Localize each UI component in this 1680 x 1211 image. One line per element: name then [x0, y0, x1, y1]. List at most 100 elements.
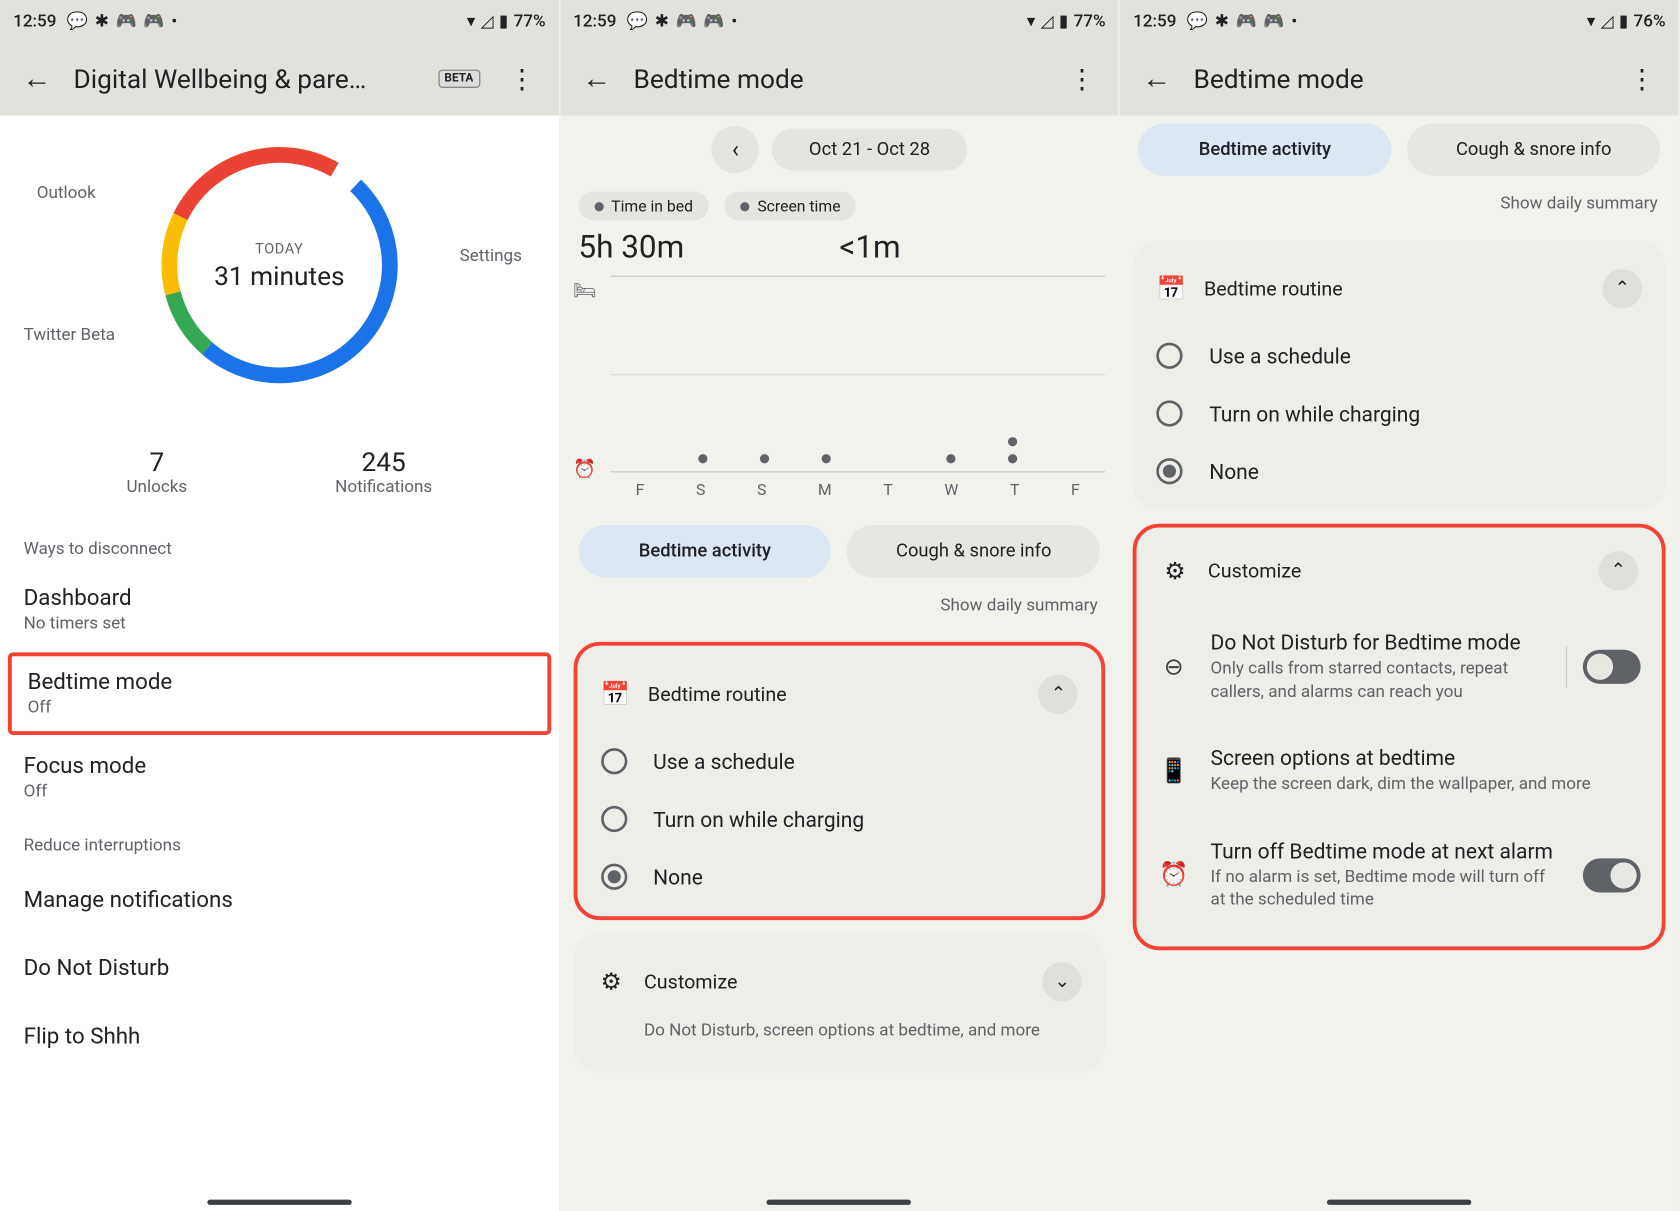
day-t2: T: [1010, 480, 1019, 498]
unlocks-value: 7: [126, 446, 187, 478]
collapse-icon[interactable]: ⌃: [1039, 675, 1078, 714]
radio-while-charging[interactable]: Turn on while charging: [1133, 385, 1665, 443]
dnd-icon: ⊖: [1158, 653, 1190, 681]
radio-label: Use a schedule: [1209, 343, 1351, 368]
overflow-menu-button[interactable]: ⋮: [496, 53, 549, 106]
day-s: S: [696, 480, 705, 498]
show-daily-summary-link[interactable]: Show daily summary: [573, 583, 1105, 629]
app-bar: ← Bedtime mode ⋮: [1120, 42, 1679, 116]
card-customize: ⚙ Customize ⌃ ⊖ Do Not Disturb for Bedti…: [1133, 524, 1665, 950]
routine-title: Bedtime routine: [1204, 277, 1584, 301]
show-daily-summary-link[interactable]: Show daily summary: [1133, 181, 1665, 227]
radio-use-schedule[interactable]: Use a schedule: [577, 732, 1102, 790]
chart-xlabels: F S S M T W T F: [610, 473, 1106, 507]
row-dnd-bedtime[interactable]: ⊖ Do Not Disturb for Bedtime mode Only c…: [1137, 609, 1662, 725]
bedtime-title: Bedtime mode: [28, 669, 532, 695]
routine-header[interactable]: 📅 Bedtime routine ⌃: [1133, 251, 1665, 327]
phone-icon: 📱: [1158, 757, 1190, 785]
dnd-sub: Only calls from starred contacts, repeat…: [1211, 658, 1545, 704]
battery-pct: 76%: [1634, 11, 1666, 31]
discord-icon-2: 🎮: [143, 11, 164, 31]
wifi-icon: ▾: [467, 11, 476, 31]
donut-center: TODAY 31 minutes: [214, 240, 344, 291]
status-bar: 12:59 💬 ✱ 🎮 🎮 • ▾ ◿ ▮ 77%: [0, 0, 559, 42]
tab-cough-snore[interactable]: Cough & snore info: [1407, 123, 1660, 176]
status-right: ▾ ◿ ▮ 76%: [1587, 11, 1666, 31]
legend-time-in-bed: Time in bed: [578, 192, 708, 221]
more-icon: •: [171, 11, 177, 31]
back-button[interactable]: ←: [570, 53, 623, 106]
dnd-toggle[interactable]: [1583, 650, 1641, 684]
tab-bedtime-activity[interactable]: Bedtime activity: [578, 525, 831, 578]
gesture-bar[interactable]: [207, 1200, 351, 1205]
radio-use-schedule[interactable]: Use a schedule: [1133, 327, 1665, 385]
signal-icon: ◿: [1601, 11, 1614, 31]
overflow-menu-button[interactable]: ⋮: [1056, 53, 1109, 106]
customize-header[interactable]: ⚙ Customize ⌄: [573, 944, 1105, 1020]
discord-icon: 🎮: [116, 11, 137, 31]
day-f: F: [636, 480, 645, 498]
row-bedtime-mode[interactable]: Bedtime mode Off: [8, 652, 551, 735]
collapse-icon[interactable]: ⌃: [1599, 551, 1638, 590]
card-bedtime-routine: 📅 Bedtime routine ⌃ Use a schedule Turn …: [573, 642, 1105, 920]
gear-icon: ⚙: [1161, 557, 1190, 585]
more-icon: •: [1291, 11, 1297, 31]
gesture-bar[interactable]: [767, 1200, 911, 1205]
screen-sub: Keep the screen dark, dim the wallpaper,…: [1211, 773, 1641, 796]
phone-1-digital-wellbeing: 12:59 💬 ✱ 🎮 🎮 • ▾ ◿ ▮ 77% ← Digital Well…: [0, 0, 560, 1211]
stats-row: 7 Unlocks 245 Notifications: [53, 446, 507, 497]
content: Bedtime activity Cough & snore info Show…: [1120, 116, 1679, 1211]
row-turn-off-next-alarm[interactable]: ⏰ Turn off Bedtime mode at next alarm If…: [1137, 817, 1662, 933]
row-screen-options[interactable]: 📱 Screen options at bedtime Keep the scr…: [1137, 725, 1662, 818]
radio-icon: [1157, 400, 1183, 426]
prev-week-button[interactable]: ‹: [712, 126, 759, 173]
dnd-title: Do Not Disturb for Bedtime mode: [1211, 630, 1545, 655]
customize-header[interactable]: ⚙ Customize ⌃: [1137, 533, 1662, 609]
manage-notif-title: Manage notifications: [24, 887, 535, 913]
day-s2: S: [757, 480, 766, 498]
bedtime-chart[interactable]: 🛏 ⏰ F S S M: [573, 276, 1105, 507]
phone-2-bedtime-mode: 12:59 💬 ✱ 🎮 🎮 • ▾ ◿ ▮ 77% ← Bedtime mode…: [560, 0, 1120, 1211]
legend: Time in bed Screen time: [578, 192, 1100, 221]
radio-none[interactable]: None: [577, 848, 1102, 906]
usage-donut-chart[interactable]: TODAY 31 minutes Outlook Settings Twitte…: [0, 121, 559, 410]
expand-icon[interactable]: ⌄: [1043, 962, 1082, 1001]
back-button[interactable]: ←: [1130, 53, 1183, 106]
radio-icon: [601, 806, 627, 832]
radio-label: Turn on while charging: [653, 807, 864, 832]
collapse-icon[interactable]: ⌃: [1603, 269, 1642, 308]
dnd-title: Do Not Disturb: [24, 956, 535, 982]
row-focus-mode[interactable]: Focus mode Off: [0, 738, 559, 818]
tab-bedtime-activity[interactable]: Bedtime activity: [1138, 123, 1391, 176]
row-flip-to-shhh[interactable]: Flip to Shhh: [0, 1003, 559, 1071]
row-dashboard[interactable]: Dashboard No timers set: [0, 570, 559, 650]
alarm-toggle[interactable]: [1583, 858, 1641, 892]
donut-minutes: 31 minutes: [214, 259, 344, 291]
radio-label: None: [653, 864, 703, 889]
card-customize[interactable]: ⚙ Customize ⌄ Do Not Disturb, screen opt…: [573, 933, 1105, 1072]
stat-notifications[interactable]: 245 Notifications: [335, 446, 432, 497]
screen-title: Screen options at bedtime: [1211, 746, 1641, 771]
status-notif-icons: 💬 ✱ 🎮 🎮 •: [627, 11, 737, 31]
discord-icon: 🎮: [1236, 11, 1257, 31]
status-time: 12:59: [13, 11, 56, 31]
overflow-menu-button[interactable]: ⋮: [1616, 53, 1669, 106]
battery-icon: ▮: [499, 11, 508, 31]
row-do-not-disturb[interactable]: Do Not Disturb: [0, 935, 559, 1003]
gesture-bar[interactable]: [1327, 1200, 1471, 1205]
back-button[interactable]: ←: [11, 53, 64, 106]
calendar-icon: 📅: [1157, 275, 1186, 303]
radio-none[interactable]: None: [1133, 442, 1665, 500]
customize-sub: Do Not Disturb, screen options at bedtim…: [573, 1020, 1105, 1062]
stat-unlocks[interactable]: 7 Unlocks: [126, 446, 187, 497]
radio-label: None: [1209, 459, 1259, 484]
routine-header[interactable]: 📅 Bedtime routine ⌃: [577, 656, 1102, 732]
section-disconnect: Ways to disconnect: [0, 521, 559, 570]
signal-icon: ◿: [1041, 11, 1054, 31]
battery-icon: ▮: [1059, 11, 1068, 31]
tab-cough-snore[interactable]: Cough & snore info: [847, 525, 1100, 578]
date-range[interactable]: Oct 21 - Oct 28: [772, 129, 967, 171]
row-manage-notifications[interactable]: Manage notifications: [0, 866, 559, 934]
radio-while-charging[interactable]: Turn on while charging: [577, 790, 1102, 848]
battery-icon: ▮: [1619, 11, 1628, 31]
